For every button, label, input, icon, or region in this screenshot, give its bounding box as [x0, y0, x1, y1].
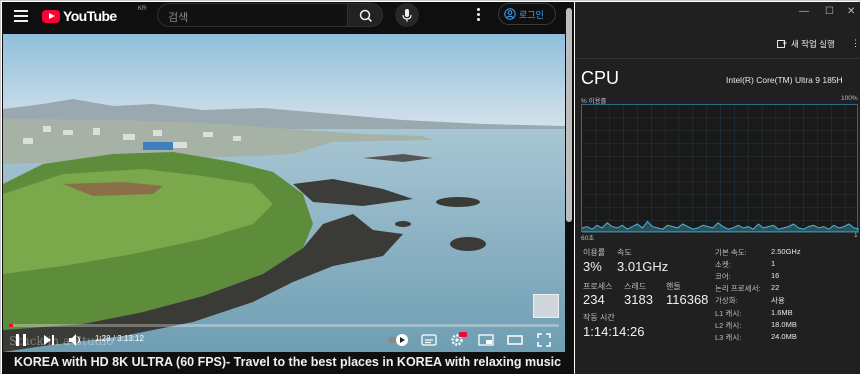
- uptime-value: 1:14:14:26: [583, 324, 645, 339]
- virtualization-value: 사용: [771, 296, 785, 305]
- minimize-button[interactable]: —: [799, 6, 809, 17]
- video-player[interactable]: Stuck in a Studio 1:28 / 3:13:12: [3, 34, 565, 352]
- youtube-window: YouTube KR 검색 로그인 Stuck in a Studio 1:28…: [2, 2, 574, 374]
- youtube-logo-text: YouTube: [63, 8, 117, 24]
- sockets-value: 1: [771, 259, 776, 268]
- sockets-label: 소켓:: [715, 260, 731, 269]
- l1-cache-label: L1 캐시:: [715, 309, 742, 318]
- l1-cache-value: 1.6MB: [771, 308, 793, 317]
- utilization-label: 이용률: [583, 248, 606, 257]
- speed-label: 속도: [617, 248, 632, 257]
- video-progress-fill: [9, 324, 14, 327]
- processes-label: 프로세스: [583, 282, 613, 291]
- more-options-icon[interactable]: ⋮: [851, 38, 860, 49]
- threads-value: 3183: [624, 292, 653, 307]
- next-icon[interactable]: [41, 332, 57, 348]
- l3-cache-value: 24.0MB: [771, 332, 797, 341]
- more-vert-icon[interactable]: [477, 8, 481, 22]
- voice-search-button[interactable]: [395, 3, 419, 27]
- search-icon: [359, 9, 373, 23]
- cores-value: 16: [771, 271, 780, 280]
- l2-cache-label: L2 캐시:: [715, 321, 742, 330]
- country-code: KR: [138, 6, 147, 12]
- signin-label: 로그인: [519, 9, 544, 20]
- play-pause-icon[interactable]: [13, 332, 29, 348]
- video-progress-bar[interactable]: [9, 324, 559, 327]
- menu-icon[interactable]: [14, 10, 28, 22]
- cpu-heading: CPU: [581, 68, 620, 88]
- handles-value: 116368: [666, 292, 709, 307]
- settings-icon[interactable]: [449, 332, 467, 348]
- handles-label: 핸들: [666, 282, 681, 291]
- task-manager-window: — ☐ ✕ 새 작업 실행 ⋮ CPU Intel(R) Core(TM) Ul…: [575, 2, 860, 374]
- close-button[interactable]: ✕: [847, 6, 855, 17]
- mic-icon: [402, 9, 412, 22]
- processes-value: 234: [583, 292, 605, 307]
- graph-min-label: 1: [854, 232, 858, 239]
- maximize-button[interactable]: ☐: [825, 6, 834, 17]
- fullscreen-icon[interactable]: [536, 332, 552, 348]
- usage-max-label: 100%: [841, 95, 858, 102]
- run-new-task-label: 새 작업 실행: [791, 39, 835, 49]
- video-frame: [3, 34, 565, 352]
- youtube-logo-icon: [42, 9, 60, 23]
- theater-icon[interactable]: [507, 332, 523, 348]
- player-controls: 1:28 / 3:13:12: [3, 330, 565, 350]
- cpu-usage-graph-canvas: [582, 105, 859, 233]
- speed-value: 3.01GHz: [617, 259, 669, 274]
- utilization-value: 3%: [583, 259, 602, 274]
- screenshot-frame: YouTube KR 검색 로그인 Stuck in a Studio 1:28…: [0, 0, 860, 374]
- base-speed-label: 기본 속도:: [715, 248, 747, 257]
- graph-time-label: 60초: [581, 235, 595, 242]
- autoplay-toggle[interactable]: [387, 332, 411, 348]
- signin-button[interactable]: 로그인: [498, 3, 556, 25]
- run-task-icon: [777, 40, 787, 48]
- account-icon: [504, 8, 516, 20]
- cpu-model: Intel(R) Core(TM) Ultra 9 185H: [726, 75, 843, 85]
- search-button[interactable]: [347, 3, 383, 27]
- volume-icon[interactable]: [67, 332, 85, 348]
- video-title[interactable]: KOREA with HD 8K ULTRA (60 FPS)- Travel …: [14, 355, 564, 369]
- miniplayer-icon[interactable]: [478, 332, 494, 348]
- search-input[interactable]: 검색: [157, 3, 347, 27]
- l3-cache-label: L3 캐시:: [715, 333, 742, 342]
- l2-cache-value: 18.0MB: [771, 320, 797, 329]
- virtualization-label: 가상화:: [715, 296, 738, 305]
- time-display: 1:28 / 3:13:12: [95, 334, 144, 343]
- run-new-task-button[interactable]: 새 작업 실행: [777, 38, 835, 50]
- cpu-usage-graph: [581, 104, 859, 233]
- logical-processors-value: 22: [771, 283, 780, 292]
- page-scrollbar[interactable]: [566, 8, 572, 222]
- youtube-logo[interactable]: YouTube KR: [42, 6, 146, 25]
- base-speed-value: 2.50GHz: [771, 247, 801, 256]
- youtube-header: YouTube KR 검색 로그인: [2, 2, 574, 32]
- cores-label: 코어:: [715, 272, 731, 281]
- channel-watermark-icon[interactable]: [533, 294, 559, 318]
- threads-label: 스레드: [624, 282, 647, 291]
- subtitles-icon[interactable]: [421, 332, 437, 348]
- toolbar-divider: [575, 58, 860, 59]
- uptime-label: 작동 시간: [583, 313, 615, 322]
- logical-processors-label: 논리 프로세서:: [715, 284, 761, 293]
